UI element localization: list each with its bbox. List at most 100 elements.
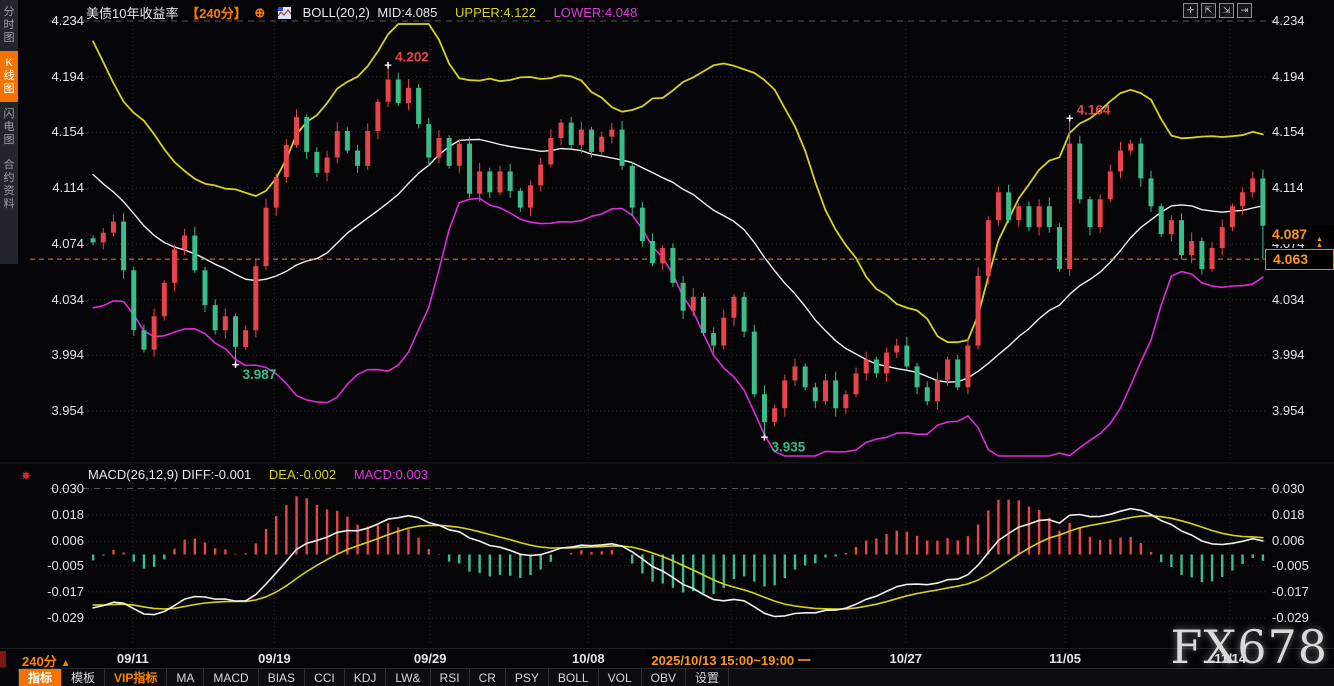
candle-up: [1210, 248, 1215, 269]
axis-zoom-in-icon[interactable]: ⇱: [1201, 3, 1216, 18]
price-tick-right: 4.154: [1272, 124, 1330, 140]
candle-up: [691, 297, 696, 311]
candle-up: [772, 408, 777, 422]
crosshair-add-icon[interactable]: ⊕: [254, 5, 265, 20]
macd-dea-value: DEA:-0.002: [269, 467, 336, 482]
pan-icon[interactable]: ✛: [1183, 3, 1198, 18]
hover-date-tooltip: 2025/10/13 15:00~19:00 一: [646, 650, 815, 669]
date-label: 09/29: [414, 651, 447, 666]
toolbar-item-CCI[interactable]: CCI: [305, 669, 345, 686]
toolbar-item-MA[interactable]: MA: [167, 669, 204, 686]
candle-down: [955, 359, 960, 387]
candle-up: [986, 220, 991, 276]
candle-up: [538, 164, 543, 185]
candle-up: [101, 233, 106, 243]
candle-up: [497, 171, 502, 192]
candle-down: [1057, 227, 1062, 269]
candle-down: [1149, 178, 1154, 206]
candle-down: [518, 191, 523, 208]
candle-down: [1077, 144, 1082, 200]
sidebar-tab-item[interactable]: 合约资料: [0, 153, 18, 217]
candle-up: [152, 316, 157, 349]
candle-down: [569, 123, 574, 145]
candle-up: [325, 158, 330, 173]
price-up-arrows: ▲▲: [1316, 237, 1323, 249]
candle-down: [396, 80, 401, 104]
macd-header: MACD(26,12,9) DIFF:-0.001 DEA:-0.002 MAC…: [88, 467, 428, 482]
toolbar-item-KDJ[interactable]: KDJ: [345, 669, 387, 686]
candle-down: [345, 131, 350, 151]
chart-canvas[interactable]: +4.202+3.987+3.935+4.164: [0, 0, 1334, 686]
toolbar-item-设置[interactable]: 设置: [686, 669, 729, 686]
candle-down: [91, 238, 96, 242]
extreme-cross-marker: +: [761, 429, 769, 444]
toolbar-item-CR[interactable]: CR: [470, 669, 506, 686]
price-tick-right: 3.954: [1272, 403, 1330, 419]
toolbar-item-VOL[interactable]: VOL: [599, 669, 642, 686]
candle-up: [264, 208, 269, 267]
macd-diff-value: MACD(26,12,9) DIFF:-0.001: [88, 467, 251, 482]
candle-down: [620, 130, 625, 166]
toolbar-item-BIAS[interactable]: BIAS: [259, 669, 305, 686]
app-window: 分时图K线图闪电图合约资料 美债10年收益率 【240分】 ⊕ BOLL(20,…: [0, 0, 1334, 686]
candle-up: [854, 373, 859, 394]
extreme-cross-marker: +: [1066, 111, 1074, 126]
axis-zoom-out-icon[interactable]: ⇲: [1219, 3, 1234, 18]
macd-tick-left: -0.005: [28, 558, 84, 574]
toolbar-item-BOLL[interactable]: BOLL: [549, 669, 599, 686]
indicator-settings-icon[interactable]: ✸: [21, 469, 31, 483]
candle-down: [1026, 206, 1031, 227]
toolbar-item-LW&[interactable]: LW&: [386, 669, 430, 686]
candle-up: [1037, 206, 1042, 227]
chart-thumbnail-icon[interactable]: [278, 7, 291, 19]
candle-up: [335, 131, 340, 157]
candle-up: [1240, 192, 1245, 206]
sidebar-tab-item[interactable]: 闪电图: [0, 102, 18, 153]
low-annotation: 3.935: [771, 439, 805, 454]
candle-down: [874, 359, 879, 373]
candle-up: [172, 249, 177, 282]
candle-up: [436, 138, 441, 158]
candle-up: [548, 138, 553, 164]
candle-up: [1230, 206, 1235, 227]
candle-down: [202, 270, 207, 305]
candle-down: [711, 333, 716, 346]
candle-up: [365, 131, 370, 166]
candle-up: [294, 117, 299, 145]
toolbar-item-RSI[interactable]: RSI: [431, 669, 470, 686]
candle-up: [782, 380, 787, 408]
boll-mid-value: MID:4.085: [377, 5, 437, 20]
toolbar-item-OBV[interactable]: OBV: [642, 669, 686, 686]
candle-down: [803, 366, 808, 387]
candle-down: [233, 316, 238, 347]
goto-latest-icon[interactable]: ⇥: [1237, 3, 1252, 18]
price-tick-left: 4.154: [28, 124, 84, 140]
toolbar-item-模板[interactable]: 模板: [62, 669, 105, 686]
macd-dea-line: [93, 516, 1263, 609]
sidebar-tab-active[interactable]: K线图: [0, 51, 18, 102]
date-label: 10/27: [889, 651, 922, 666]
candle-up: [1098, 199, 1103, 227]
toolbar-item-PSY[interactable]: PSY: [506, 669, 549, 686]
toolbar-item-VIP指标[interactable]: VIP指标: [105, 669, 167, 686]
candle-down: [1138, 144, 1143, 179]
candle-down: [314, 152, 319, 173]
price-tick-left: 4.194: [28, 69, 84, 85]
toolbar-item-指标[interactable]: 指标: [18, 669, 62, 686]
candle-up: [731, 297, 736, 318]
candle-down: [1260, 178, 1265, 225]
price-tick-right: 4.194: [1272, 69, 1330, 85]
price-tick-left: 3.954: [28, 403, 84, 419]
candle-down: [1047, 206, 1052, 227]
sidebar-tab-item[interactable]: 分时图: [0, 0, 18, 51]
candle-up: [223, 316, 228, 330]
price-tick-left: 4.034: [28, 292, 84, 308]
candle-down: [925, 387, 930, 401]
boll-label: BOLL(20,2): [303, 5, 370, 20]
candle-down: [121, 222, 126, 271]
candle-down: [589, 130, 594, 152]
candle-up: [528, 185, 533, 207]
candle-up: [457, 144, 462, 166]
high-annotation: 4.164: [1077, 103, 1111, 118]
toolbar-item-MACD[interactable]: MACD: [204, 669, 258, 686]
